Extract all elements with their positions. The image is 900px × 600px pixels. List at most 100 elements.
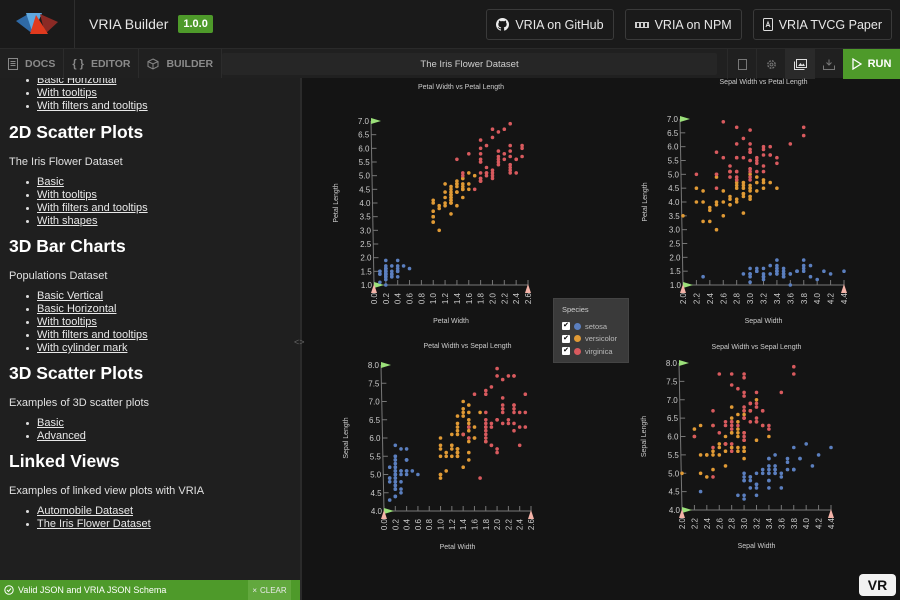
data-point-versicolor[interactable] (736, 449, 740, 454)
data-point-versicolor[interactable] (467, 171, 471, 175)
data-point-virginica[interactable] (478, 476, 482, 480)
data-point-setosa[interactable] (393, 480, 398, 484)
data-point-virginica[interactable] (736, 423, 740, 428)
data-point-versicolor[interactable] (461, 414, 465, 418)
doc-link[interactable]: With shapes (37, 215, 98, 227)
vria-logo[interactable] (0, 0, 75, 48)
data-point-virginica[interactable] (748, 169, 752, 174)
data-point-versicolor[interactable] (748, 194, 752, 199)
data-point-versicolor[interactable] (455, 432, 460, 437)
data-point-versicolor[interactable] (742, 445, 746, 450)
data-point-virginica[interactable] (748, 178, 752, 182)
data-point-virginica[interactable] (748, 150, 752, 154)
data-point-setosa[interactable] (773, 453, 777, 457)
data-point-virginica[interactable] (754, 390, 759, 395)
doc-link[interactable]: Basic Horizontal (37, 78, 116, 86)
download-button[interactable] (814, 49, 843, 79)
data-point-versicolor[interactable] (472, 436, 477, 440)
data-point-virginica[interactable] (495, 366, 499, 371)
data-point-setosa[interactable] (698, 489, 703, 494)
data-point-versicolor[interactable] (443, 195, 447, 200)
data-point-virginica[interactable] (495, 450, 499, 455)
data-point-versicolor[interactable] (734, 186, 739, 190)
data-point-setosa[interactable] (761, 266, 766, 271)
data-point-virginica[interactable] (801, 125, 806, 130)
data-point-setosa[interactable] (748, 266, 752, 271)
data-point-virginica[interactable] (742, 390, 746, 395)
data-point-virginica[interactable] (748, 142, 752, 146)
data-point-virginica[interactable] (514, 157, 518, 162)
data-point-setosa[interactable] (798, 456, 802, 461)
data-point-setosa[interactable] (748, 478, 753, 483)
y-axis-handle-icon[interactable] (679, 360, 689, 366)
legend-item-versicolor[interactable]: ✔ versicolor (562, 333, 620, 346)
data-point-virginica[interactable] (512, 410, 516, 415)
data-point-virginica[interactable] (748, 409, 753, 413)
data-point-setosa[interactable] (773, 471, 777, 476)
data-point-virginica[interactable] (512, 407, 516, 411)
data-point-virginica[interactable] (741, 155, 746, 160)
data-point-setosa[interactable] (416, 472, 420, 477)
data-point-virginica[interactable] (461, 171, 465, 175)
data-point-virginica[interactable] (801, 133, 806, 138)
data-point-versicolor[interactable] (461, 399, 465, 404)
data-point-versicolor[interactable] (721, 200, 726, 204)
data-point-virginica[interactable] (495, 447, 499, 451)
data-point-virginica[interactable] (711, 445, 715, 450)
data-point-virginica[interactable] (748, 420, 753, 424)
data-point-virginica[interactable] (506, 374, 511, 378)
data-point-versicolor[interactable] (708, 208, 712, 213)
data-point-virginica[interactable] (478, 179, 483, 183)
data-point-virginica[interactable] (484, 425, 488, 429)
data-point-versicolor[interactable] (748, 183, 752, 188)
data-point-virginica[interactable] (714, 186, 719, 190)
data-point-virginica[interactable] (755, 161, 759, 166)
data-point-virginica[interactable] (455, 157, 459, 162)
data-point-versicolor[interactable] (742, 412, 746, 417)
data-point-setosa[interactable] (399, 472, 403, 477)
data-point-setosa[interactable] (754, 486, 759, 490)
data-point-versicolor[interactable] (438, 447, 443, 451)
data-point-setosa[interactable] (404, 447, 409, 451)
data-point-virginica[interactable] (520, 143, 524, 148)
data-point-virginica[interactable] (506, 418, 511, 422)
run-button[interactable]: RUN (843, 49, 900, 79)
data-point-virginica[interactable] (723, 442, 728, 446)
data-point-virginica[interactable] (502, 157, 507, 162)
data-point-versicolor[interactable] (438, 443, 443, 448)
data-point-virginica[interactable] (692, 434, 697, 439)
data-point-setosa[interactable] (399, 487, 403, 491)
data-point-setosa[interactable] (748, 280, 752, 284)
data-point-virginica[interactable] (508, 121, 512, 126)
data-point-setosa[interactable] (792, 467, 796, 472)
data-point-versicolor[interactable] (450, 443, 454, 448)
data-point-virginica[interactable] (714, 150, 719, 154)
data-point-versicolor[interactable] (431, 209, 435, 213)
data-point-setosa[interactable] (760, 471, 765, 476)
data-point-virginica[interactable] (728, 164, 732, 168)
data-point-versicolor[interactable] (449, 193, 453, 197)
data-point-virginica[interactable] (729, 372, 734, 376)
data-point-virginica[interactable] (500, 421, 505, 426)
data-point-setosa[interactable] (404, 458, 409, 462)
data-point-virginica[interactable] (755, 155, 759, 160)
data-point-virginica[interactable] (711, 409, 715, 413)
data-point-setosa[interactable] (393, 461, 398, 466)
data-point-setosa[interactable] (393, 472, 398, 477)
data-point-virginica[interactable] (734, 142, 739, 146)
data-point-virginica[interactable] (742, 405, 746, 409)
data-point-versicolor[interactable] (701, 189, 705, 193)
data-point-virginica[interactable] (496, 162, 501, 167)
data-point-virginica[interactable] (754, 401, 759, 406)
data-point-virginica[interactable] (508, 162, 512, 167)
data-point-setosa[interactable] (378, 280, 382, 285)
tab-editor[interactable]: { } EDITOR (64, 48, 140, 79)
data-point-versicolor[interactable] (755, 175, 759, 179)
data-point-virginica[interactable] (467, 436, 471, 440)
data-point-setosa[interactable] (399, 491, 403, 495)
data-point-versicolor[interactable] (698, 453, 703, 457)
data-point-virginica[interactable] (495, 374, 499, 378)
data-point-versicolor[interactable] (701, 219, 705, 224)
data-point-setosa[interactable] (754, 493, 759, 498)
data-point-versicolor[interactable] (717, 445, 722, 450)
